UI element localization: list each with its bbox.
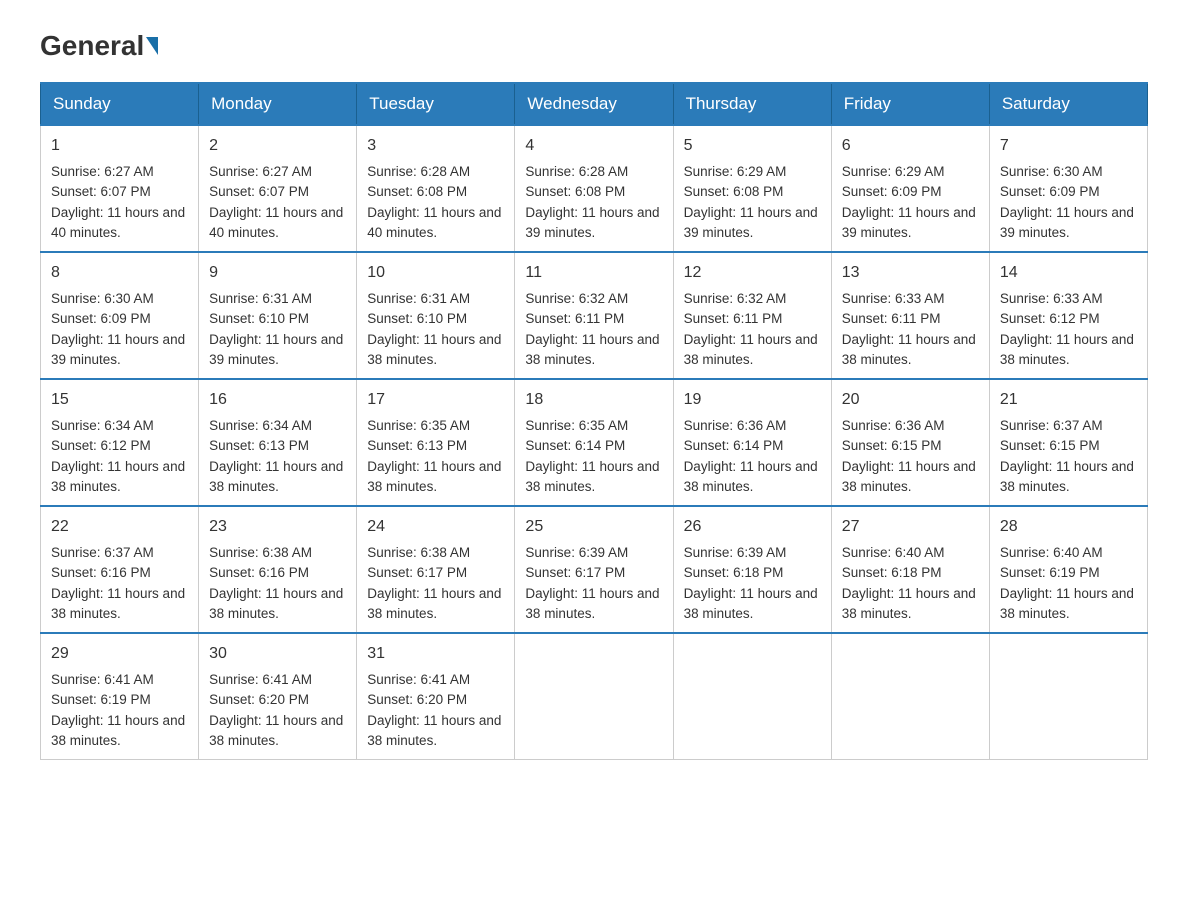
day-number: 8 bbox=[51, 261, 188, 285]
page-header: General bbox=[40, 30, 1148, 62]
calendar-cell: 8Sunrise: 6:30 AMSunset: 6:09 PMDaylight… bbox=[41, 252, 199, 379]
day-number: 12 bbox=[684, 261, 821, 285]
day-number: 24 bbox=[367, 515, 504, 539]
day-number: 6 bbox=[842, 134, 979, 158]
day-number: 4 bbox=[525, 134, 662, 158]
calendar-cell: 25Sunrise: 6:39 AMSunset: 6:17 PMDayligh… bbox=[515, 506, 673, 633]
calendar-header-row: SundayMondayTuesdayWednesdayThursdayFrid… bbox=[41, 83, 1148, 125]
calendar-cell: 27Sunrise: 6:40 AMSunset: 6:18 PMDayligh… bbox=[831, 506, 989, 633]
calendar-day-header: Monday bbox=[199, 83, 357, 125]
day-number: 13 bbox=[842, 261, 979, 285]
calendar-cell: 11Sunrise: 6:32 AMSunset: 6:11 PMDayligh… bbox=[515, 252, 673, 379]
calendar-week-row: 8Sunrise: 6:30 AMSunset: 6:09 PMDaylight… bbox=[41, 252, 1148, 379]
calendar-cell: 10Sunrise: 6:31 AMSunset: 6:10 PMDayligh… bbox=[357, 252, 515, 379]
day-number: 31 bbox=[367, 642, 504, 666]
calendar-cell bbox=[515, 633, 673, 760]
day-number: 9 bbox=[209, 261, 346, 285]
calendar-cell: 7Sunrise: 6:30 AMSunset: 6:09 PMDaylight… bbox=[989, 125, 1147, 252]
calendar-cell bbox=[831, 633, 989, 760]
calendar-week-row: 15Sunrise: 6:34 AMSunset: 6:12 PMDayligh… bbox=[41, 379, 1148, 506]
calendar-cell: 18Sunrise: 6:35 AMSunset: 6:14 PMDayligh… bbox=[515, 379, 673, 506]
day-number: 2 bbox=[209, 134, 346, 158]
day-number: 20 bbox=[842, 388, 979, 412]
calendar-cell: 29Sunrise: 6:41 AMSunset: 6:19 PMDayligh… bbox=[41, 633, 199, 760]
calendar-cell: 1Sunrise: 6:27 AMSunset: 6:07 PMDaylight… bbox=[41, 125, 199, 252]
day-number: 17 bbox=[367, 388, 504, 412]
calendar-cell: 26Sunrise: 6:39 AMSunset: 6:18 PMDayligh… bbox=[673, 506, 831, 633]
calendar-day-header: Tuesday bbox=[357, 83, 515, 125]
calendar-day-header: Sunday bbox=[41, 83, 199, 125]
day-number: 18 bbox=[525, 388, 662, 412]
day-number: 10 bbox=[367, 261, 504, 285]
calendar-week-row: 1Sunrise: 6:27 AMSunset: 6:07 PMDaylight… bbox=[41, 125, 1148, 252]
calendar-cell: 5Sunrise: 6:29 AMSunset: 6:08 PMDaylight… bbox=[673, 125, 831, 252]
calendar-cell: 31Sunrise: 6:41 AMSunset: 6:20 PMDayligh… bbox=[357, 633, 515, 760]
calendar-day-header: Wednesday bbox=[515, 83, 673, 125]
calendar-cell: 6Sunrise: 6:29 AMSunset: 6:09 PMDaylight… bbox=[831, 125, 989, 252]
calendar-cell: 2Sunrise: 6:27 AMSunset: 6:07 PMDaylight… bbox=[199, 125, 357, 252]
calendar-cell: 16Sunrise: 6:34 AMSunset: 6:13 PMDayligh… bbox=[199, 379, 357, 506]
day-number: 15 bbox=[51, 388, 188, 412]
day-number: 26 bbox=[684, 515, 821, 539]
day-number: 22 bbox=[51, 515, 188, 539]
day-number: 30 bbox=[209, 642, 346, 666]
calendar-cell: 24Sunrise: 6:38 AMSunset: 6:17 PMDayligh… bbox=[357, 506, 515, 633]
calendar-week-row: 22Sunrise: 6:37 AMSunset: 6:16 PMDayligh… bbox=[41, 506, 1148, 633]
day-number: 1 bbox=[51, 134, 188, 158]
day-number: 19 bbox=[684, 388, 821, 412]
logo-arrow-icon bbox=[146, 37, 158, 55]
day-number: 27 bbox=[842, 515, 979, 539]
calendar-cell: 12Sunrise: 6:32 AMSunset: 6:11 PMDayligh… bbox=[673, 252, 831, 379]
day-number: 29 bbox=[51, 642, 188, 666]
day-number: 28 bbox=[1000, 515, 1137, 539]
calendar-cell: 21Sunrise: 6:37 AMSunset: 6:15 PMDayligh… bbox=[989, 379, 1147, 506]
day-number: 11 bbox=[525, 261, 662, 285]
calendar-cell: 20Sunrise: 6:36 AMSunset: 6:15 PMDayligh… bbox=[831, 379, 989, 506]
calendar-cell: 9Sunrise: 6:31 AMSunset: 6:10 PMDaylight… bbox=[199, 252, 357, 379]
calendar-cell: 23Sunrise: 6:38 AMSunset: 6:16 PMDayligh… bbox=[199, 506, 357, 633]
calendar-cell: 13Sunrise: 6:33 AMSunset: 6:11 PMDayligh… bbox=[831, 252, 989, 379]
calendar-day-header: Friday bbox=[831, 83, 989, 125]
logo: General bbox=[40, 30, 160, 62]
calendar-cell: 28Sunrise: 6:40 AMSunset: 6:19 PMDayligh… bbox=[989, 506, 1147, 633]
day-number: 23 bbox=[209, 515, 346, 539]
day-number: 16 bbox=[209, 388, 346, 412]
day-number: 14 bbox=[1000, 261, 1137, 285]
calendar-cell bbox=[989, 633, 1147, 760]
calendar-cell: 19Sunrise: 6:36 AMSunset: 6:14 PMDayligh… bbox=[673, 379, 831, 506]
logo-general: General bbox=[40, 30, 144, 62]
day-number: 25 bbox=[525, 515, 662, 539]
calendar-cell: 30Sunrise: 6:41 AMSunset: 6:20 PMDayligh… bbox=[199, 633, 357, 760]
calendar-cell: 15Sunrise: 6:34 AMSunset: 6:12 PMDayligh… bbox=[41, 379, 199, 506]
calendar-cell: 14Sunrise: 6:33 AMSunset: 6:12 PMDayligh… bbox=[989, 252, 1147, 379]
calendar-cell: 17Sunrise: 6:35 AMSunset: 6:13 PMDayligh… bbox=[357, 379, 515, 506]
day-number: 3 bbox=[367, 134, 504, 158]
calendar-week-row: 29Sunrise: 6:41 AMSunset: 6:19 PMDayligh… bbox=[41, 633, 1148, 760]
calendar-cell: 22Sunrise: 6:37 AMSunset: 6:16 PMDayligh… bbox=[41, 506, 199, 633]
day-number: 21 bbox=[1000, 388, 1137, 412]
calendar-table: SundayMondayTuesdayWednesdayThursdayFrid… bbox=[40, 82, 1148, 760]
day-number: 5 bbox=[684, 134, 821, 158]
day-number: 7 bbox=[1000, 134, 1137, 158]
calendar-cell bbox=[673, 633, 831, 760]
calendar-cell: 3Sunrise: 6:28 AMSunset: 6:08 PMDaylight… bbox=[357, 125, 515, 252]
calendar-day-header: Thursday bbox=[673, 83, 831, 125]
calendar-cell: 4Sunrise: 6:28 AMSunset: 6:08 PMDaylight… bbox=[515, 125, 673, 252]
calendar-day-header: Saturday bbox=[989, 83, 1147, 125]
